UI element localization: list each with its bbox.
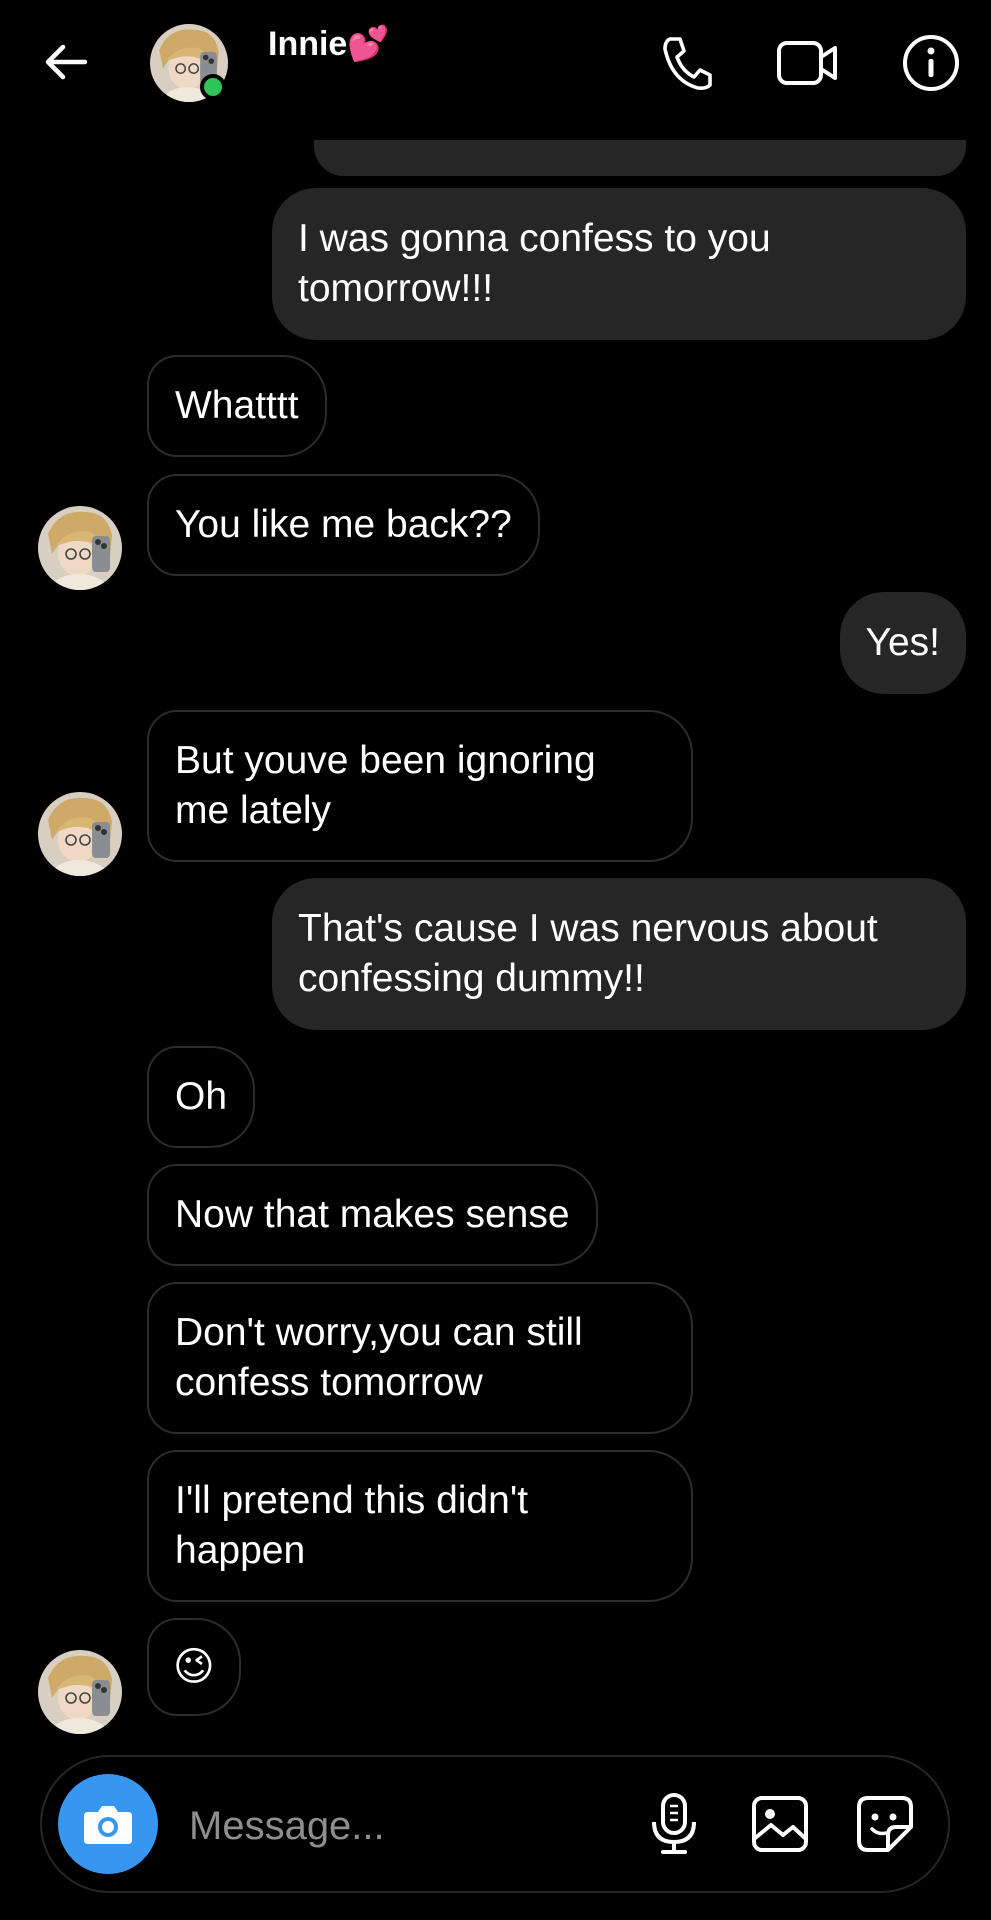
online-status-indicator: [200, 74, 226, 100]
previous-message-bubble: [314, 140, 966, 176]
gallery-button[interactable]: [748, 1790, 812, 1858]
sticker-button[interactable]: [853, 1790, 917, 1858]
back-arrow-icon: [45, 44, 88, 80]
message-bubble-incoming[interactable]: Don't worry,you can still confess tomorr…: [147, 1282, 693, 1434]
message-composer: [40, 1755, 950, 1893]
message-bubble-incoming[interactable]: Oh: [147, 1046, 256, 1148]
back-button[interactable]: [38, 34, 94, 90]
microphone-icon: [652, 1793, 696, 1854]
message-bubble-outgoing[interactable]: Yes!: [839, 592, 966, 694]
message-bubble-incoming[interactable]: Now that makes sense: [147, 1164, 598, 1266]
sticker-icon: [857, 1796, 913, 1852]
message-input[interactable]: [187, 1790, 621, 1862]
camera-icon: [84, 1806, 132, 1844]
message-bubble-outgoing[interactable]: I was gonna confess to you tomorrow!!!: [272, 188, 966, 340]
contact-name[interactable]: Innie💕: [268, 24, 390, 64]
voice-call-button[interactable]: [656, 32, 718, 94]
conversation-info-button[interactable]: [900, 32, 962, 94]
message-bubble-incoming[interactable]: You like me back??: [147, 474, 540, 576]
info-icon: [903, 35, 959, 91]
contact-avatar-small[interactable]: [38, 1650, 122, 1734]
camera-button[interactable]: [58, 1774, 158, 1874]
message-bubble-incoming[interactable]: But youve been ignoring me lately: [147, 710, 693, 862]
message-bubble-outgoing[interactable]: That's cause I was nervous about confess…: [272, 878, 966, 1030]
video-camera-icon: [777, 41, 837, 85]
contact-avatar-small[interactable]: [38, 792, 122, 876]
video-call-button[interactable]: [777, 32, 839, 94]
chat-header: Innie💕: [0, 0, 991, 140]
phone-icon: [663, 37, 712, 90]
gallery-icon: [752, 1796, 808, 1852]
message-bubble-incoming[interactable]: Whatttt: [147, 355, 327, 457]
contact-avatar-small[interactable]: [38, 506, 122, 590]
voice-message-button[interactable]: [642, 1790, 706, 1858]
message-bubble-incoming[interactable]: I'll pretend this didn't happen: [147, 1450, 693, 1602]
message-bubble-emoji[interactable]: 😉: [147, 1618, 241, 1716]
